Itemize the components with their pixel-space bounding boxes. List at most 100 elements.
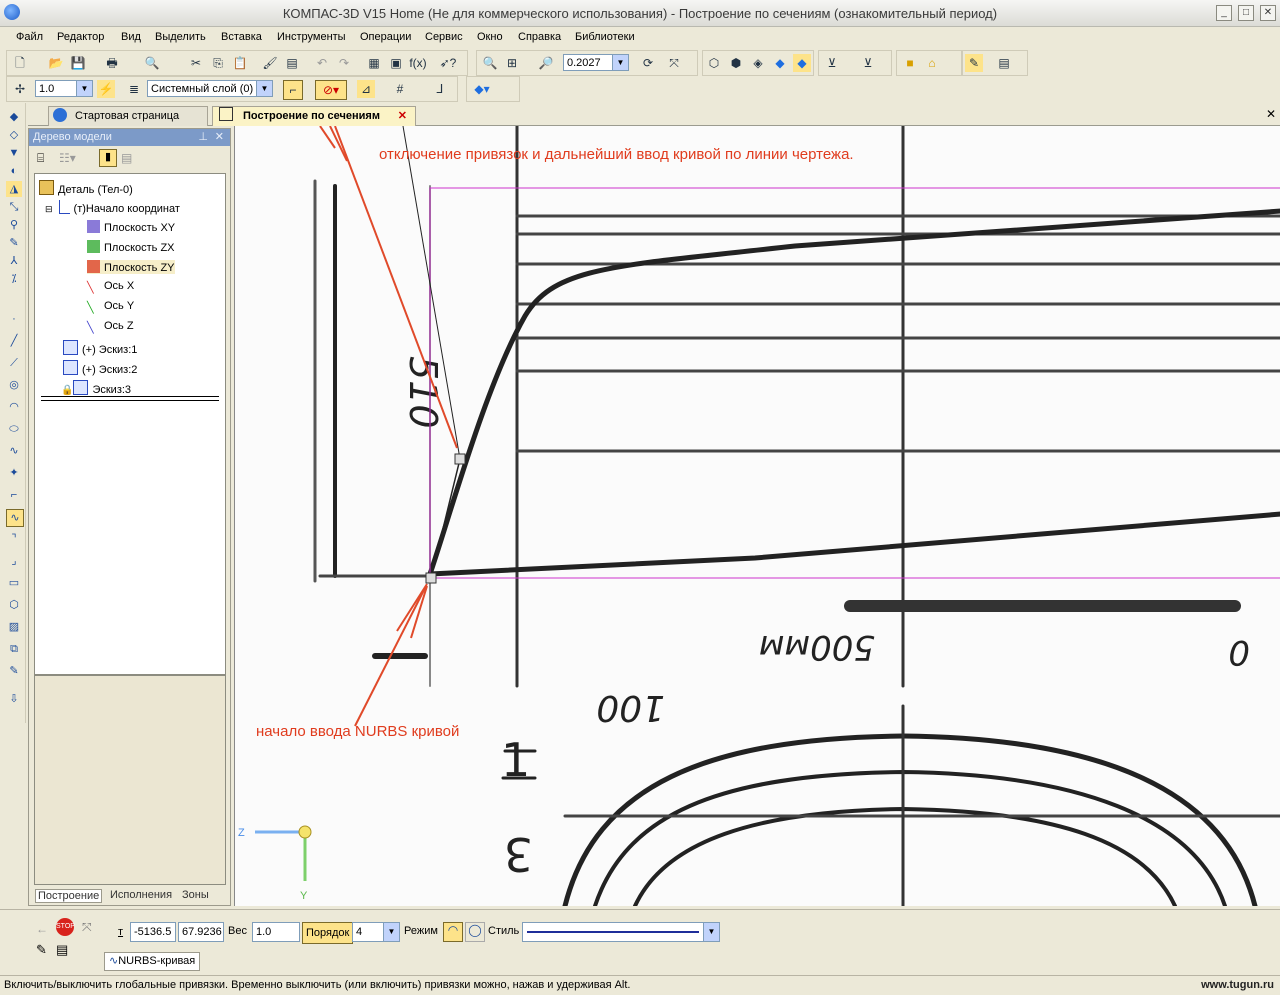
polygon-icon[interactable]: ⬡ [6, 597, 22, 613]
tree-item-plane-xy[interactable]: Плоскость XY [87, 220, 175, 234]
tab-construction[interactable]: Построение [35, 889, 103, 903]
symbols-icon[interactable]: ⚲ [6, 217, 22, 233]
variables-icon[interactable]: ▣ [387, 54, 405, 72]
close-document-icon[interactable]: ✕ [1266, 107, 1276, 121]
cursor-step-icon[interactable]: ✢ [11, 80, 29, 98]
snap-toggle-icon[interactable]: ⚡ [97, 80, 115, 98]
zoom-all-icon[interactable]: ⊞ [503, 54, 521, 72]
tab-start-page[interactable]: Стартовая страница [48, 106, 208, 126]
geometry-icon[interactable]: ◮ [6, 181, 22, 197]
sketch-mode-icon[interactable]: ✎ [965, 54, 983, 72]
maximize-button[interactable]: □ [1238, 5, 1254, 21]
edit-icon[interactable]: ◆ [6, 109, 22, 125]
tab-zones[interactable]: Зоны [182, 889, 209, 901]
polyline-icon[interactable]: ⌐ [6, 487, 22, 503]
tab-loft-model[interactable]: Построение по сечениям ✕ [212, 106, 416, 126]
filter-icon[interactable]: ⊻ [823, 54, 841, 72]
orientation-icon[interactable]: ⤧ [665, 54, 683, 72]
nurbs-start-point[interactable] [425, 572, 437, 584]
brush-icon[interactable]: ✎ [36, 942, 47, 958]
tab-nurbs-curve[interactable]: ∿NURBS-кривая [104, 952, 201, 971]
fillet-icon[interactable]: ⌟ [6, 553, 22, 569]
minimize-button[interactable]: _ [1216, 5, 1232, 21]
tree-item-sketch2[interactable]: (+) Эскиз:2 [63, 360, 137, 376]
rectangle-icon[interactable]: ▭ [6, 575, 22, 591]
tree-item-axis-x[interactable]: ╲ Ось X [87, 280, 134, 295]
cube-open-icon[interactable]: ⌂ [923, 54, 941, 72]
stop-icon[interactable]: STOP [56, 918, 75, 936]
shaded-icon[interactable]: ◆ [771, 54, 789, 72]
wireframe-icon[interactable]: ⬡ [705, 54, 723, 72]
tab-versions[interactable]: Исполнения [110, 889, 172, 901]
tree-item-origin[interactable]: ⊟ (т)Начало координат [45, 200, 180, 215]
hidden-lines-icon[interactable]: ⬢ [727, 54, 745, 72]
tree-item-part[interactable]: Деталь (Тел-0) [39, 180, 133, 196]
menu-insert[interactable]: Вставка [221, 31, 262, 43]
save-icon[interactable]: 💾 [69, 54, 87, 72]
arc-icon[interactable]: ◠ [6, 399, 22, 415]
menu-view[interactable]: Вид [121, 31, 141, 43]
box-view-icon[interactable]: ◆▾ [473, 80, 491, 98]
manager-icon[interactable]: ▦ [365, 54, 383, 72]
spec-panel-icon[interactable]: ◐ [6, 163, 22, 179]
grid-icon[interactable]: # [391, 80, 409, 98]
tree-structure-icon[interactable]: ☷▾ [59, 151, 76, 165]
tree-order-icon[interactable]: ⌸ [37, 151, 44, 166]
new-file-icon[interactable]: 🗋 [11, 54, 29, 72]
redo-icon[interactable]: ↷ [335, 54, 353, 72]
ortho-icon[interactable]: ⊿ [357, 80, 375, 98]
copy-icon[interactable]: ⎘ [209, 54, 227, 72]
contour-icon[interactable]: ⧉ [6, 641, 22, 657]
menu-editor[interactable]: Редактор [57, 31, 104, 43]
segment-icon[interactable]: ⟋ [6, 355, 22, 371]
spec-icon[interactable]: ▤ [995, 54, 1013, 72]
dimensions-icon[interactable]: ⤡ [6, 199, 22, 215]
halftone-icon[interactable]: ◈ [749, 54, 767, 72]
tree-settings-icon[interactable]: ▤ [121, 151, 132, 165]
parametric-icon[interactable]: ⌐ [283, 80, 303, 100]
menu-service[interactable]: Сервис [425, 31, 463, 43]
weight-field[interactable]: 1.0 [252, 922, 300, 942]
drawing-canvas[interactable]: 510 500мм 0 100 1 3 отключение привязок … [234, 126, 1280, 906]
back-arrow-icon[interactable]: ← [36, 922, 48, 936]
zoom-scale-icon[interactable]: 🔎 [537, 54, 555, 72]
close-panel-icon[interactable]: ✕ [215, 129, 224, 146]
tree-item-sketch1[interactable]: (+) Эскиз:1 [63, 340, 137, 356]
shaded-edges-icon[interactable]: ◆ [793, 54, 811, 72]
tree-item-axis-z[interactable]: ╲ Ось Z [87, 320, 134, 335]
order-combo[interactable]: 4 ▼ [352, 922, 400, 942]
close-tab-icon[interactable]: ✕ [398, 107, 407, 126]
measure-icon[interactable]: ◇ [6, 127, 22, 143]
filter2-icon[interactable]: ⊻ [859, 54, 877, 72]
open-file-icon[interactable]: 📂 [47, 54, 65, 72]
edit2-icon[interactable]: ✎ [6, 235, 22, 251]
menu-tools[interactable]: Инструменты [277, 31, 346, 43]
help-pointer-icon[interactable]: ➶? [439, 54, 457, 72]
point-icon[interactable]: · [6, 311, 22, 327]
chamfer-icon[interactable]: ⌝ [6, 531, 22, 547]
spline-icon[interactable]: ∿ [6, 443, 22, 459]
menu-help[interactable]: Справка [518, 31, 561, 43]
panel-icon[interactable]: ▤ [56, 942, 68, 958]
menu-libraries[interactable]: Библиотеки [575, 31, 635, 43]
print-icon[interactable]: 🖶 [103, 54, 121, 72]
tree-item-sketch3[interactable]: 🔒 Эскиз:3 [61, 380, 131, 396]
global-snaps-icon[interactable]: ⊘▾ [315, 80, 347, 100]
projection-icon[interactable]: ✎ [6, 663, 22, 679]
zoom-window-icon[interactable]: 🔍 [481, 54, 499, 72]
ellipse-icon[interactable]: ⬭ [6, 421, 22, 437]
properties-icon[interactable]: ▤ [283, 54, 301, 72]
tree-item-plane-zy[interactable]: Плоскость ZY [87, 260, 175, 274]
circle-icon[interactable]: ◎ [6, 377, 22, 393]
pin-icon[interactable]: ⊥ [198, 129, 208, 146]
nurbs-icon[interactable]: ∿ [6, 509, 24, 527]
undo-icon[interactable]: ↶ [313, 54, 331, 72]
aux-line-icon[interactable]: ╱ [6, 333, 22, 349]
bezier-icon[interactable]: ✦ [6, 465, 22, 481]
zoom-combo[interactable]: 0.2027 ▼ [563, 54, 629, 71]
tree-item-plane-zx[interactable]: Плоскость ZX [87, 240, 175, 254]
measure2-icon[interactable]: ⁒ [6, 271, 22, 287]
format-brush-icon[interactable]: 🖌 [261, 54, 279, 72]
x-coordinate-field[interactable]: -5136.5 [130, 922, 176, 942]
menu-file[interactable]: Файл [16, 31, 43, 43]
